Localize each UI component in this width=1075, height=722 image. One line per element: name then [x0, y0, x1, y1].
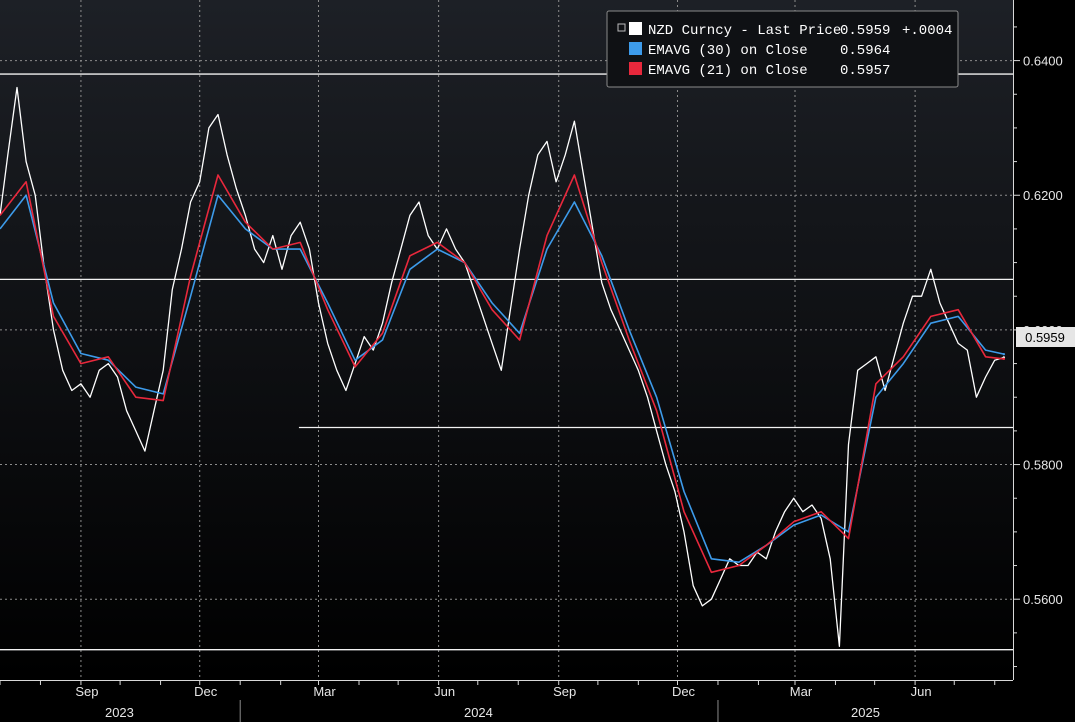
- legend-value-price: 0.5959: [840, 23, 890, 39]
- legend-label-price: NZD Curncy - Last Price: [648, 23, 841, 39]
- x-month-label-6: Mar: [790, 684, 813, 699]
- series-last-point-1: [1002, 352, 1006, 356]
- x-month-label-3: Jun: [434, 684, 455, 699]
- legend-swatch-ema30: [629, 42, 642, 55]
- legend-value-ema30: 0.5964: [840, 43, 890, 59]
- y-tick-label-1: 0.6200: [1023, 188, 1063, 203]
- axis-background: [1013, 0, 1075, 722]
- legend-value-ema21: 0.5957: [840, 63, 890, 79]
- chart: 0.64000.62000.60000.58000.5600 SepDecMar…: [0, 0, 1075, 722]
- x-month-label-7: Jun: [911, 684, 932, 699]
- legend-swatch-ema21: [629, 62, 642, 75]
- legend: NZD Curncy - Last Price 0.5959 +.0004 EM…: [606, 10, 959, 88]
- x-year-label-1: 2024: [464, 705, 493, 720]
- price-tag-label: 0.5959: [1025, 330, 1065, 345]
- y-tick-label-0: 0.6400: [1023, 54, 1063, 69]
- x-month-label-2: Mar: [313, 684, 336, 699]
- legend-change-price: +.0004: [902, 23, 952, 39]
- y-tick-label-3: 0.5800: [1023, 458, 1063, 473]
- x-month-label-5: Dec: [672, 684, 696, 699]
- series-last-point-2: [1002, 357, 1006, 361]
- x-month-label-1: Dec: [194, 684, 218, 699]
- legend-entry-ema21[interactable]: EMAVG (21) on Close 0.5957: [629, 62, 890, 79]
- x-year-label-2: 2025: [851, 705, 880, 720]
- legend-swatch-price: [629, 22, 642, 35]
- legend-label-ema21: EMAVG (21) on Close: [648, 63, 808, 79]
- legend-entry-price[interactable]: NZD Curncy - Last Price 0.5959 +.0004: [617, 22, 952, 39]
- x-month-label-4: Sep: [553, 684, 576, 699]
- legend-label-ema30: EMAVG (30) on Close: [648, 43, 808, 59]
- x-month-label-0: Sep: [75, 684, 98, 699]
- legend-entry-ema30[interactable]: EMAVG (30) on Close 0.5964: [629, 42, 890, 59]
- x-year-label-0: 2023: [105, 705, 134, 720]
- price-tag: 0.5959: [1016, 327, 1075, 347]
- y-tick-label-4: 0.5600: [1023, 592, 1063, 607]
